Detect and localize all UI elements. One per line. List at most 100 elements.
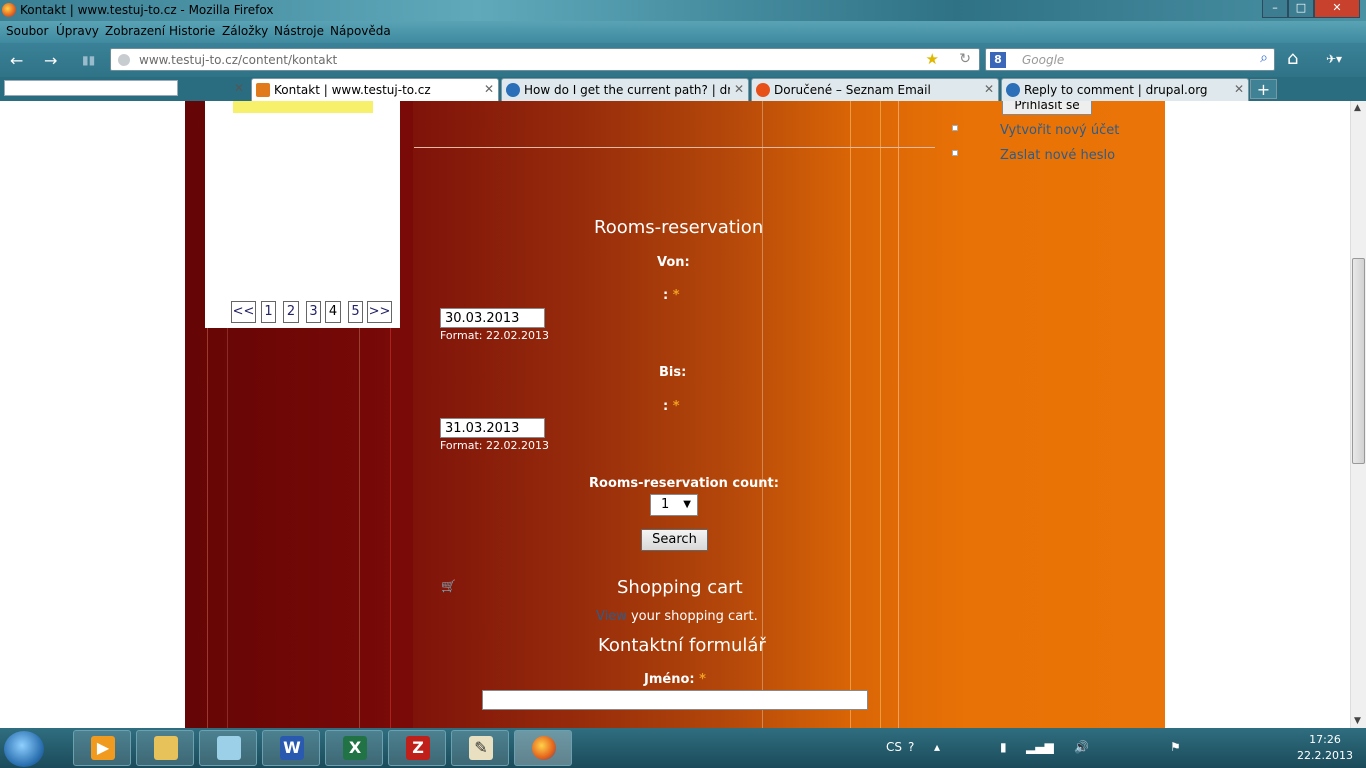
home-icon[interactable]: ⌂ (1287, 48, 1298, 69)
count-label: Rooms-reservation count: (589, 476, 779, 491)
taskbar-filezilla[interactable]: Z (388, 730, 446, 766)
tab-drupal-reply[interactable]: Reply to comment | drupal.org ✕ (1001, 78, 1249, 101)
tab-search-field[interactable] (4, 80, 178, 96)
search-placeholder: Google (1022, 53, 1065, 67)
forward-button[interactable]: → (44, 51, 57, 70)
clock-time: 17:26 (1309, 733, 1341, 746)
list-bullet (952, 150, 958, 156)
folder-icon (154, 736, 178, 760)
cart-text: View your shopping cart. (596, 609, 758, 624)
signal-icon[interactable]: ▂▄▆ (1026, 740, 1054, 754)
to-format-hint: Format: 22.02.2013 (440, 439, 549, 452)
cart-icon: 🛒 (441, 579, 456, 593)
vertical-scrollbar[interactable]: ▲ ▼ (1350, 101, 1366, 728)
language-indicator[interactable]: CS (886, 740, 902, 754)
volume-icon[interactable]: 🔊 (1074, 740, 1089, 754)
excel-icon: X (343, 736, 367, 760)
scroll-up-icon[interactable]: ▲ (1354, 103, 1361, 113)
count-select[interactable]: 1 ▼ (650, 494, 698, 516)
contact-title: Kontaktní formulář (598, 635, 766, 656)
back-button[interactable]: ← (10, 51, 23, 70)
search-icon[interactable]: ⌕ (1260, 50, 1268, 66)
menu-bar: Soubor Úpravy Zobrazení Historie Záložky… (0, 21, 1366, 43)
search-engine-icon[interactable]: 8 (990, 52, 1006, 68)
menu-soubor[interactable]: Soubor (6, 24, 48, 38)
close-button[interactable]: ✕ (1314, 0, 1360, 18)
taskbar-word[interactable]: W (262, 730, 320, 766)
from-format-hint: Format: 22.02.2013 (440, 329, 549, 342)
menu-nastroje[interactable]: Nástroje (274, 24, 324, 38)
filezilla-icon: Z (406, 736, 430, 760)
addon-icon[interactable]: ✈▾ (1326, 52, 1342, 66)
taskbar-firefox[interactable] (514, 730, 572, 766)
tray-expand-icon[interactable]: ▴ (934, 740, 940, 754)
taskbar-editor[interactable]: ✎ (451, 730, 509, 766)
pager-item-3[interactable]: 3 (306, 301, 321, 323)
gallery-box: << 1 2 3 4 5 >> (205, 101, 400, 328)
view-cart-link[interactable]: View (596, 609, 627, 624)
taskbar-media-player[interactable]: ▶ (73, 730, 131, 766)
network-icon[interactable]: ▮ (1000, 740, 1007, 754)
from-date-input[interactable]: 30.03.2013 (440, 308, 545, 328)
create-account-link[interactable]: Vytvořit nový účet (1000, 123, 1119, 138)
menu-zobrazeni[interactable]: Zobrazení (105, 24, 165, 38)
search-bar[interactable]: 8 Google ⌕ (985, 48, 1275, 71)
clock[interactable]: 17:26 22.2.2013 (1290, 732, 1360, 764)
login-button[interactable]: Přihlásit se (1002, 101, 1092, 115)
divider (414, 147, 935, 148)
site-identity-icon[interactable] (118, 54, 130, 66)
taskbar: ▶ W X Z ✎ CS ? ▴ ▮ ▂▄▆ 🔊 ⚑ 17:26 22.2.20… (0, 728, 1366, 768)
minimize-button[interactable]: – (1262, 0, 1288, 18)
cart-title: Shopping cart (617, 577, 743, 598)
maximize-button[interactable]: □ (1288, 0, 1314, 18)
menu-zalozky[interactable]: Záložky (222, 24, 268, 38)
firefox-icon (532, 736, 556, 760)
tab-kontakt[interactable]: Kontakt | www.testuj-to.cz ✕ (251, 78, 499, 101)
list-bullet (952, 125, 958, 131)
testuj-icon (256, 83, 270, 97)
pager-item-current: 4 (325, 301, 341, 323)
taskbar-explorer[interactable] (136, 730, 194, 766)
pager-item-5[interactable]: 5 (348, 301, 363, 323)
menu-upravy[interactable]: Úpravy (56, 24, 99, 38)
taskbar-notes[interactable] (199, 730, 257, 766)
name-label: Jméno: * (644, 672, 706, 687)
menu-napoveda[interactable]: Nápověda (330, 24, 391, 38)
menu-historie[interactable]: Historie (169, 24, 215, 38)
help-icon[interactable]: ? (908, 740, 914, 754)
to-date-input[interactable]: 31.03.2013 (440, 418, 545, 438)
pager-item-1[interactable]: 1 (261, 301, 276, 323)
tab-close-icon[interactable]: ✕ (984, 82, 994, 96)
editor-icon: ✎ (469, 736, 493, 760)
signal-icon: ▮▮ (82, 53, 96, 67)
title-bar: Kontakt | www.testuj-to.cz - Mozilla Fir… (0, 0, 1366, 21)
bookmark-star-icon[interactable]: ★ (926, 50, 939, 68)
name-input[interactable] (482, 690, 868, 710)
pager-last[interactable]: >> (367, 301, 392, 323)
scroll-thumb[interactable] (1352, 258, 1365, 464)
required-marker: * (699, 672, 706, 687)
tab-close-icon[interactable]: ✕ (734, 82, 744, 96)
reload-icon[interactable]: ↻ (959, 51, 971, 67)
tab-close-icon[interactable]: ✕ (234, 81, 244, 95)
taskbar-excel[interactable]: X (325, 730, 383, 766)
drupal-icon (1006, 83, 1020, 97)
url-text: www.testuj-to.cz/content/kontakt (139, 53, 338, 67)
pager-item-2[interactable]: 2 (283, 301, 299, 323)
new-password-link[interactable]: Zaslat nové heslo (1000, 148, 1115, 163)
tab-seznam-email[interactable]: Doručené – Seznam Email ✕ (751, 78, 999, 101)
from-label: Von: (657, 255, 690, 270)
chevron-down-icon: ▼ (683, 499, 691, 510)
to-sublabel: : * (663, 399, 680, 414)
search-button[interactable]: Search (641, 529, 708, 551)
start-button[interactable] (4, 731, 44, 767)
new-tab-button[interactable]: + (1250, 79, 1277, 99)
tab-close-icon[interactable]: ✕ (484, 82, 494, 96)
navigation-bar: ← → ▮▮ www.testuj-to.cz/content/kontakt … (0, 43, 1366, 77)
tab-close-icon[interactable]: ✕ (1234, 82, 1244, 96)
tab-drupal-path[interactable]: How do I get the current path? | drup...… (501, 78, 749, 101)
pager-first[interactable]: << (231, 301, 256, 323)
flag-icon[interactable]: ⚑ (1170, 740, 1181, 754)
url-bar[interactable]: www.testuj-to.cz/content/kontakt ★ ↻ (110, 48, 980, 71)
scroll-down-icon[interactable]: ▼ (1354, 716, 1361, 726)
